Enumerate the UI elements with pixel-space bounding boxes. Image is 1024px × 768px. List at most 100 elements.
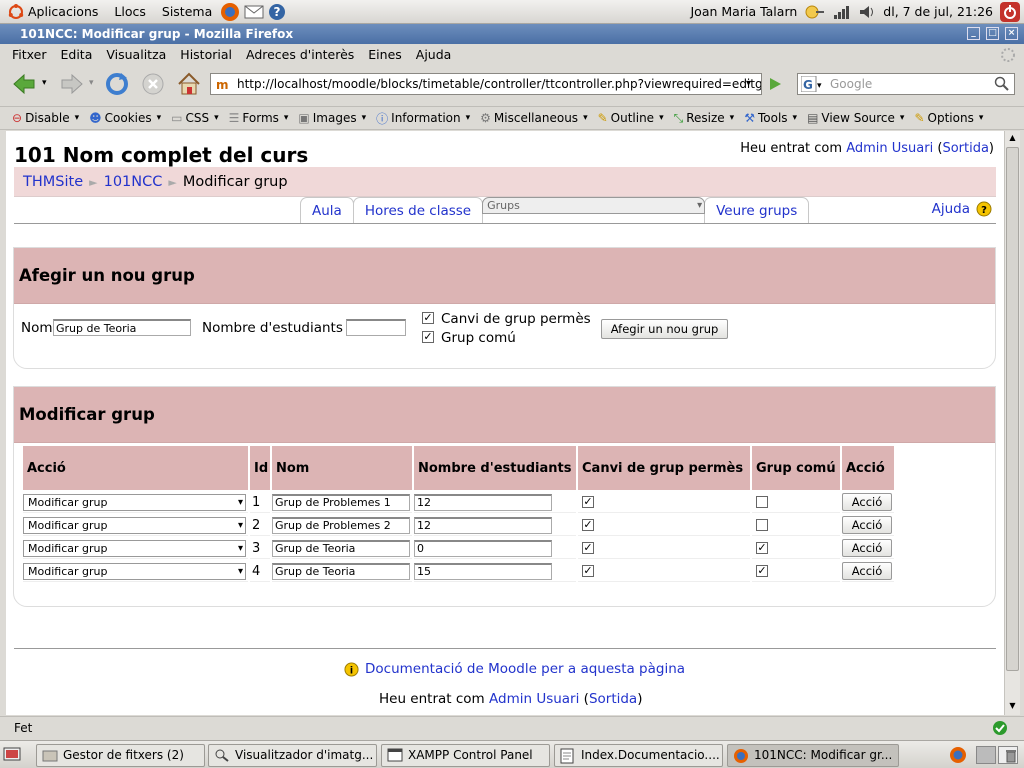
close-icon[interactable]: × <box>1005 27 1018 40</box>
scroll-down-icon[interactable]: ▼ <box>1006 699 1019 713</box>
tray-firefox-icon[interactable] <box>949 746 967 764</box>
tab-aula[interactable]: Aula <box>300 197 354 224</box>
row-action-button[interactable]: Acció <box>842 493 892 511</box>
go-icon[interactable] <box>767 76 783 92</box>
row-students-input[interactable] <box>414 493 552 511</box>
stop-icon[interactable] <box>141 72 165 96</box>
scroll-up-icon[interactable]: ▲ <box>1006 131 1019 145</box>
wd-forms[interactable]: ☰ Forms <box>229 111 289 125</box>
minimize-icon[interactable]: _ <box>967 27 980 40</box>
forward-history-icon[interactable]: ▾ <box>89 78 94 88</box>
user-name[interactable]: Joan Maria Talarn <box>691 4 798 19</box>
row-change-allowed-checkbox[interactable]: ✓ <box>582 496 594 508</box>
menu-places[interactable]: Llocs <box>106 4 153 19</box>
url-bar[interactable]: m http://localhost/moodle/blocks/timetab… <box>210 73 762 95</box>
row-change-allowed-checkbox[interactable]: ✓ <box>582 565 594 577</box>
signal-icon[interactable] <box>833 4 851 20</box>
row-common-checkbox[interactable] <box>756 519 768 531</box>
search-input[interactable]: G ▾ Google <box>797 73 1015 95</box>
footer-login-user-link[interactable]: Admin Usuari <box>489 691 579 707</box>
workspace-1[interactable] <box>976 746 996 764</box>
wd-images[interactable]: ▣ Images <box>298 111 366 125</box>
row-common-checkbox[interactable]: ✓ <box>756 565 768 577</box>
action-select[interactable]: Modificar grup <box>23 493 246 511</box>
scroll-thumb[interactable] <box>1006 147 1019 671</box>
back-history-icon[interactable]: ▾ <box>42 78 47 88</box>
row-change-allowed-checkbox[interactable]: ✓ <box>582 542 594 554</box>
row-students-input[interactable] <box>414 562 552 580</box>
wd-miscellaneous[interactable]: ⚙ Miscellaneous <box>480 111 587 125</box>
task-firefox[interactable]: 101NCC: Modificar gr... <box>727 744 899 767</box>
task-file-manager[interactable]: Gestor de fitxers (2) <box>36 744 205 767</box>
task-image-viewer[interactable]: Visualitzador d'imatg... <box>208 744 377 767</box>
clock[interactable]: dl, 7 de jul, 21:26 <box>883 4 993 19</box>
row-students-input[interactable] <box>414 516 552 534</box>
common-group-checkbox[interactable]: ✓ <box>422 331 434 343</box>
wd-css[interactable]: ▭ CSS <box>171 111 219 125</box>
action-select[interactable]: Modificar grup <box>23 539 246 557</box>
home-icon[interactable] <box>176 71 202 97</box>
menu-history[interactable]: Historial <box>180 47 232 62</box>
network-switch-icon[interactable] <box>804 4 826 20</box>
wd-information[interactable]: ⓘ Information <box>376 110 470 127</box>
search-icon[interactable] <box>994 76 1010 92</box>
menu-view[interactable]: Visualitza <box>106 47 166 62</box>
window-titlebar[interactable]: 101NCC: Modificar grup - Mozilla Firefox… <box>0 24 1024 44</box>
login-user-link[interactable]: Admin Usuari <box>846 141 933 156</box>
row-action-button[interactable]: Acció <box>842 562 892 580</box>
action-select[interactable]: Modificar grup <box>23 562 246 580</box>
back-icon[interactable] <box>12 72 38 96</box>
group-name-input[interactable] <box>53 319 191 336</box>
row-action-button[interactable]: Acció <box>842 516 892 534</box>
menu-help[interactable]: Ajuda <box>416 47 452 62</box>
breadcrumb-course[interactable]: 101NCC <box>104 174 163 190</box>
footer-logout-link[interactable]: Sortida <box>589 691 637 707</box>
help-link[interactable]: Ajuda ? <box>932 201 992 217</box>
trash-icon[interactable] <box>1004 749 1018 763</box>
menu-edit[interactable]: Edita <box>61 47 93 62</box>
volume-icon[interactable] <box>858 4 876 20</box>
moodle-docs-link[interactable]: i Documentació de Moodle per a aquesta p… <box>344 661 685 677</box>
tab-hores-de-classe[interactable]: Hores de classe <box>352 197 484 224</box>
wd-outline[interactable]: ✎ Outline <box>598 111 664 125</box>
logout-link[interactable]: Sortida <box>942 141 988 156</box>
menu-applications[interactable]: Aplicacions <box>0 3 106 20</box>
reload-icon[interactable] <box>105 72 129 96</box>
menu-system[interactable]: Sistema <box>154 4 220 19</box>
breadcrumb-site[interactable]: THMSite <box>23 174 83 190</box>
row-action-button[interactable]: Acció <box>842 539 892 557</box>
firefox-launcher-icon[interactable] <box>220 2 240 22</box>
wd-disable[interactable]: ⊖ Disable <box>12 111 79 125</box>
power-icon[interactable] <box>1000 1 1020 22</box>
change-allowed-checkbox[interactable]: ✓ <box>422 312 434 324</box>
tab-veure-grups[interactable]: Veure grups <box>704 197 810 224</box>
mail-launcher-icon[interactable] <box>244 4 264 20</box>
row-name-input[interactable] <box>272 562 410 580</box>
menu-bookmarks[interactable]: Adreces d'interès <box>246 47 354 62</box>
url-dropdown-icon[interactable]: ▾ <box>746 78 751 89</box>
menu-tools[interactable]: Eines <box>368 47 402 62</box>
maximize-icon[interactable]: □ <box>986 27 999 40</box>
wd-view-source[interactable]: ▤ View Source <box>807 111 904 125</box>
show-desktop-icon[interactable] <box>3 747 21 763</box>
add-group-button[interactable]: Afegir un nou grup <box>601 319 728 339</box>
vertical-scrollbar[interactable]: ▲ ▼ <box>1004 131 1020 715</box>
wd-options[interactable]: ✎ Options <box>914 111 983 125</box>
row-name-input[interactable] <box>272 539 410 557</box>
row-common-checkbox[interactable]: ✓ <box>756 542 768 554</box>
students-input[interactable] <box>346 319 406 336</box>
forward-icon[interactable] <box>58 72 84 96</box>
row-name-input[interactable] <box>272 493 410 511</box>
row-common-checkbox[interactable] <box>756 496 768 508</box>
action-select[interactable]: Modificar grup <box>23 516 246 534</box>
help-launcher-icon[interactable]: ? <box>268 3 286 21</box>
row-name-input[interactable] <box>272 516 410 534</box>
wd-cookies[interactable]: ☻ Cookies <box>89 111 161 125</box>
row-change-allowed-checkbox[interactable]: ✓ <box>582 519 594 531</box>
task-xampp[interactable]: XAMPP Control Panel <box>381 744 550 767</box>
wd-tools[interactable]: ⚒ Tools <box>744 111 797 125</box>
google-engine-icon[interactable]: G ▾ <box>801 76 825 92</box>
row-students-input[interactable] <box>414 539 552 557</box>
task-document[interactable]: Index.Documentacio.... <box>554 744 723 767</box>
menu-file[interactable]: Fitxer <box>12 47 47 62</box>
